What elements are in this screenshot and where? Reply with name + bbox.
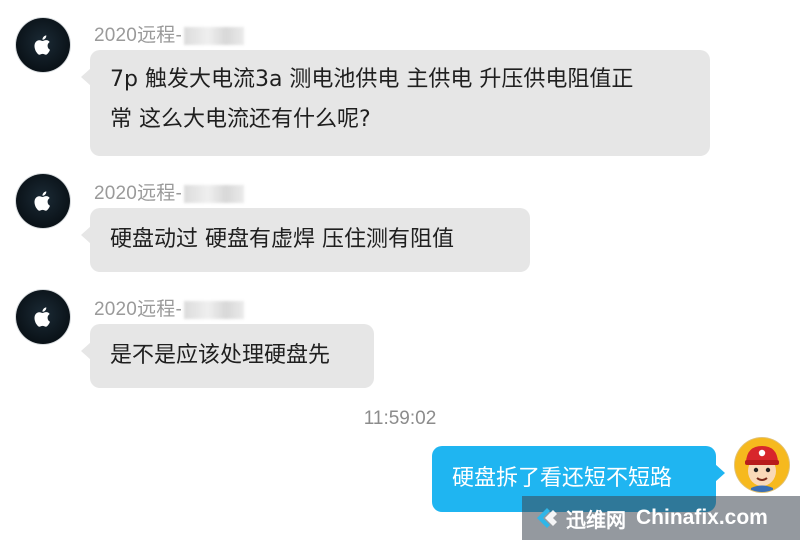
sender-name-text: 2020远程-: [94, 25, 182, 46]
apple-logo-icon: [34, 307, 50, 327]
sender-avatar-2[interactable]: [16, 174, 70, 228]
timestamp: 11:59:02: [363, 408, 437, 429]
message-text-line: 是不是应该处理硬盘先: [110, 343, 331, 368]
cartoon-boy-avatar-icon: [735, 438, 789, 492]
sender-name: 2020远程-: [94, 20, 244, 47]
watermark: 迅维网 Chinafix.com: [522, 496, 800, 540]
chinafix-logo-icon: [537, 508, 557, 528]
sender-name-text: 2020远程-: [94, 183, 182, 204]
message-text-line: 7p 触发大电流3a 测电池供电 主供电 升压供电阻值正: [110, 67, 634, 92]
sender-name: 2020远程-: [94, 294, 244, 321]
apple-logo-icon: [34, 191, 50, 211]
sender-name: 2020远程-: [94, 178, 244, 205]
message-text-line: 常 这么大电流还有什么呢?: [110, 107, 371, 132]
message-bubble[interactable]: 7p 触发大电流3a 测电池供电 主供电 升压供电阻值正 常 这么大电流还有什么…: [81, 50, 710, 156]
redacted-name: [184, 26, 244, 45]
my-avatar[interactable]: [735, 438, 789, 492]
message-bubble[interactable]: 是不是应该处理硬盘先: [81, 324, 374, 388]
apple-logo-icon: [34, 35, 50, 55]
sender-name-text: 2020远程-: [94, 299, 182, 320]
sender-avatar-1[interactable]: [16, 18, 70, 72]
redacted-name: [184, 184, 244, 203]
watermark-cn: 迅维网: [566, 507, 626, 532]
message-bubble[interactable]: 硬盘动过 硬盘有虚焊 压住测有阻值: [81, 208, 530, 272]
message-text-line: 硬盘动过 硬盘有虚焊 压住测有阻值: [110, 227, 454, 252]
watermark-en: Chinafix.com: [636, 506, 768, 529]
message-text-line: 硬盘拆了看还短不短路: [452, 466, 673, 491]
sender-avatar-3[interactable]: [16, 290, 70, 344]
redacted-name: [184, 300, 244, 319]
